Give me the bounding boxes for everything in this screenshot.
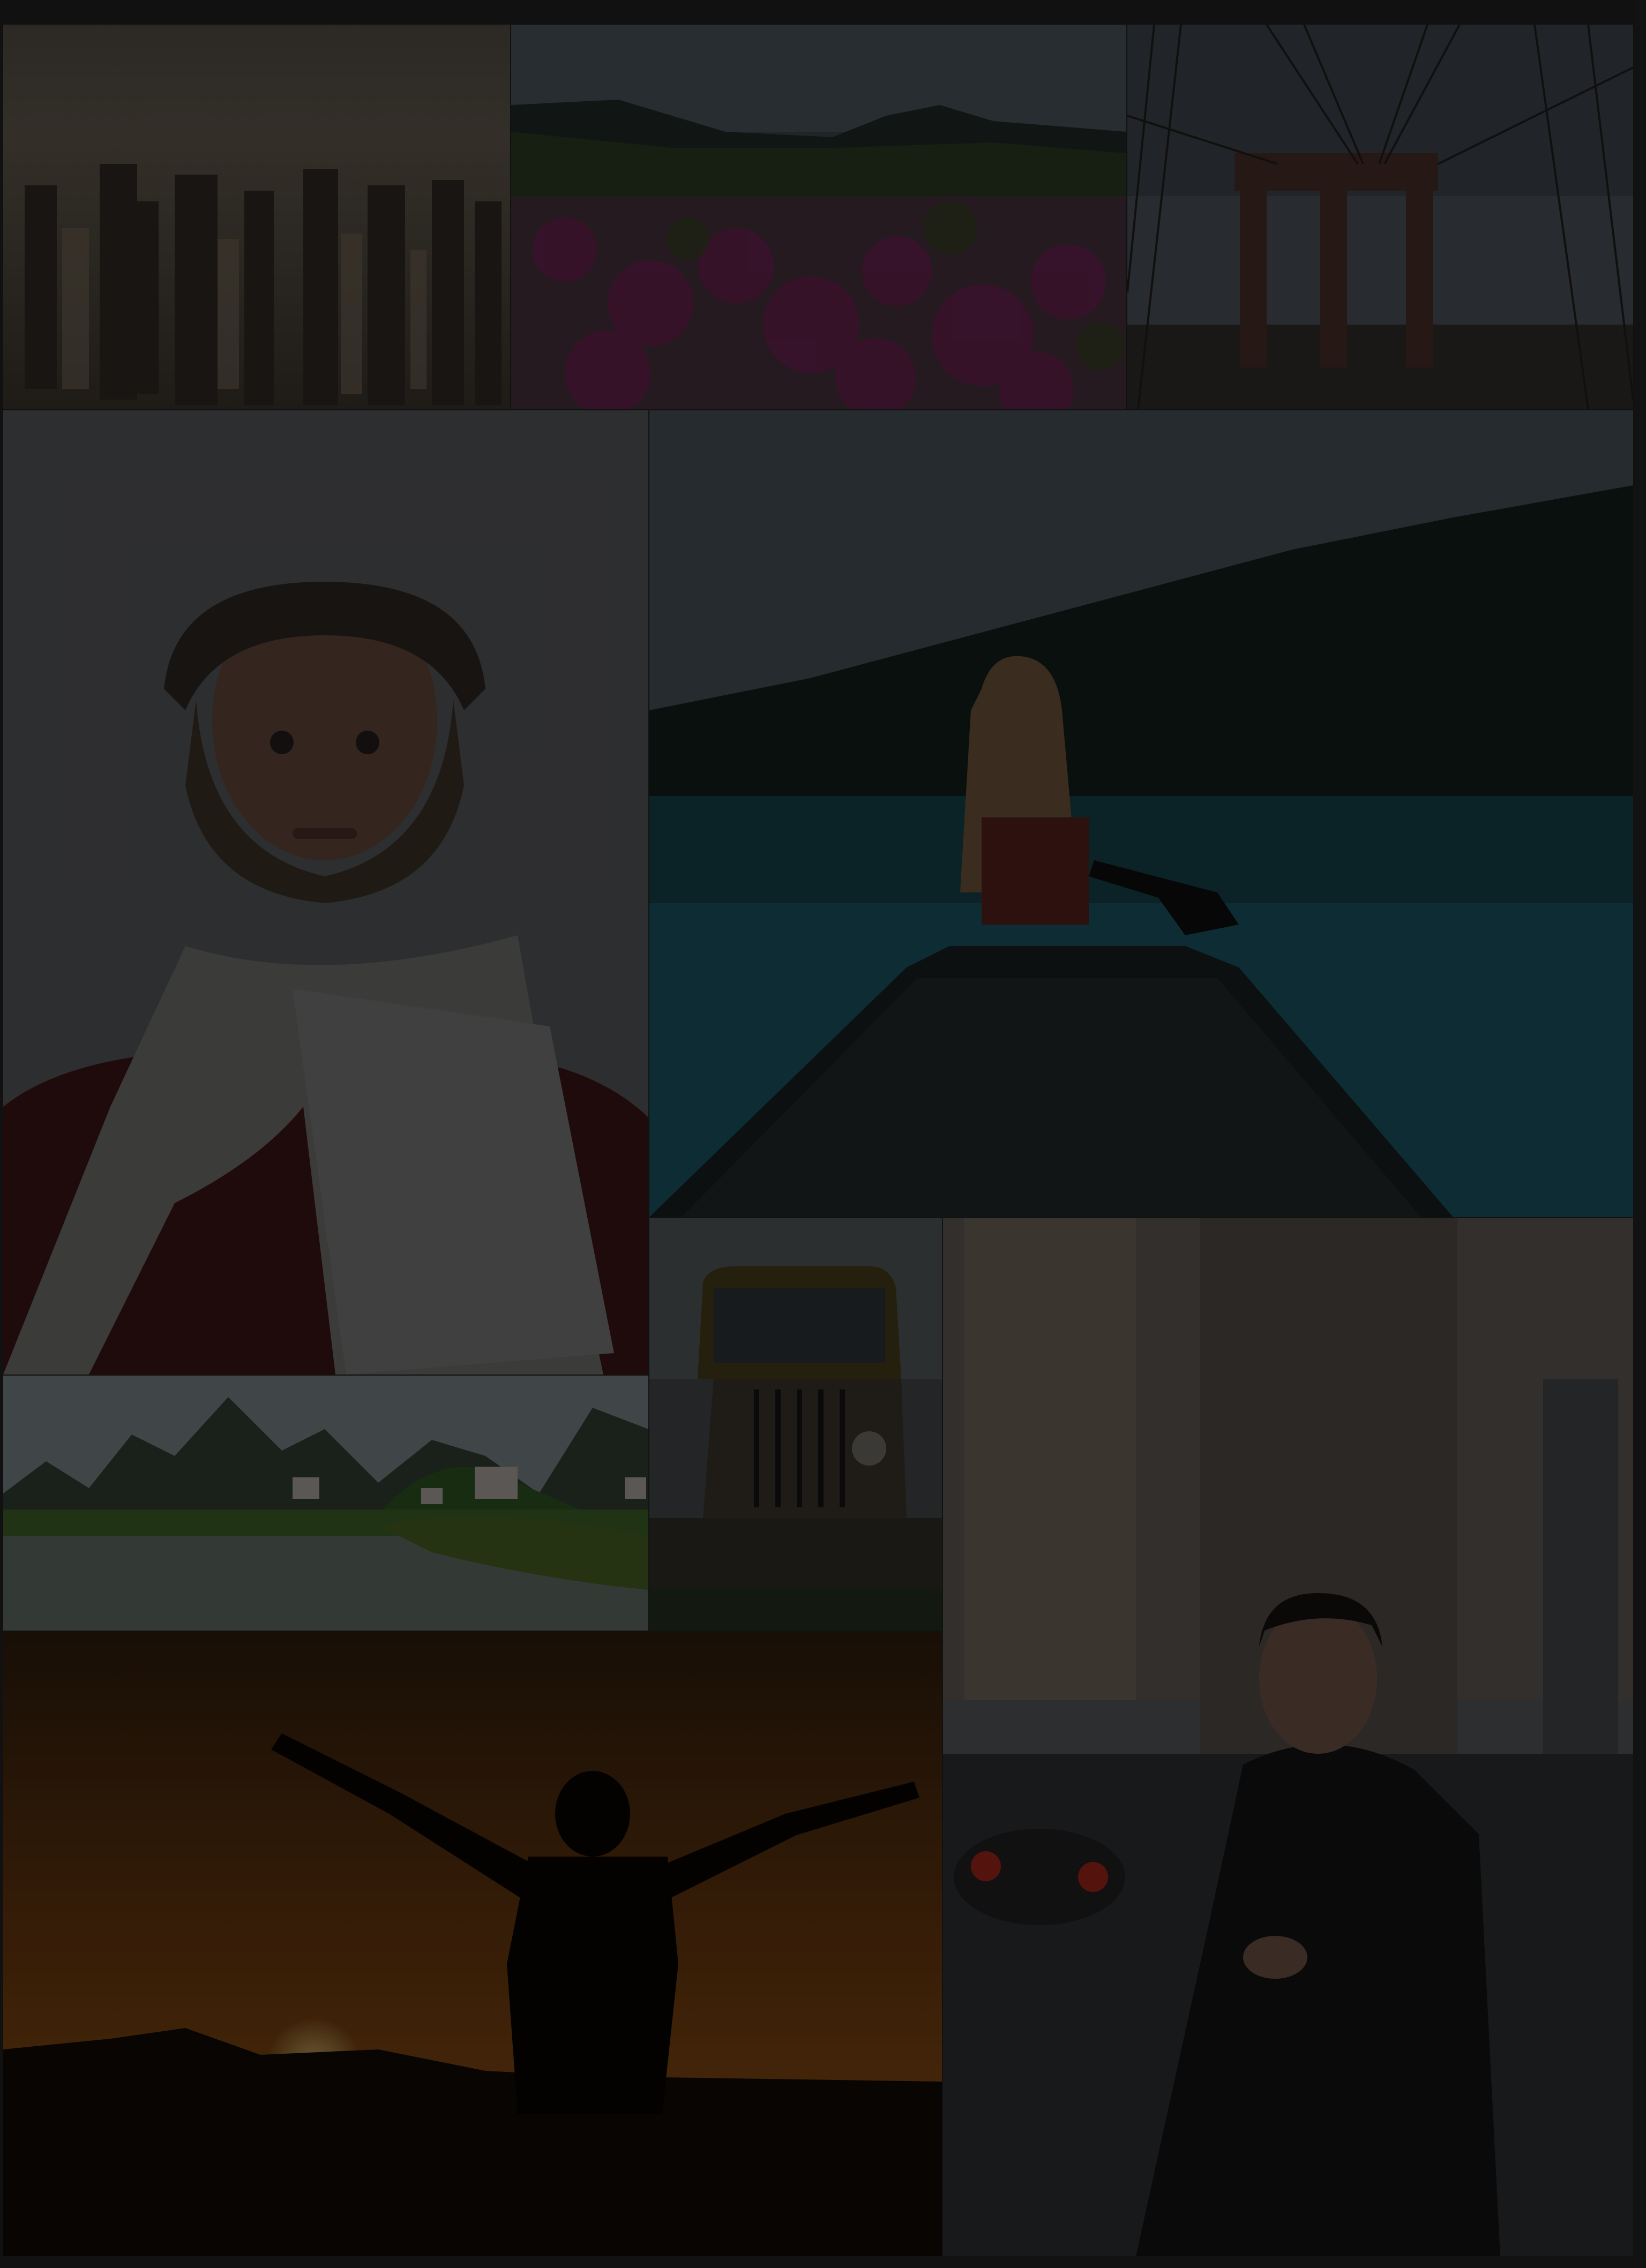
gallery-grid (0, 0, 1646, 2268)
portrait-scarf-image (3, 410, 648, 1375)
flower-field-image (511, 25, 1126, 409)
city-aerial-image (3, 25, 510, 409)
photo-city-aerial[interactable] (3, 25, 510, 409)
photo-river-mountains[interactable] (3, 1376, 648, 1631)
photo-flower-field[interactable] (511, 25, 1126, 409)
photo-portrait-scarf[interactable] (3, 410, 648, 1375)
gallery-right-border (1634, 0, 1646, 2268)
photo-rusty-truck[interactable] (649, 1218, 942, 1631)
photo-sunset-silhouette[interactable] (3, 1632, 942, 2256)
river-mountains-image (3, 1376, 648, 1631)
sunset-silhouette-image (3, 1632, 942, 2256)
photo-canoe-lake[interactable] (649, 410, 1633, 1217)
canoe-lake-image (649, 410, 1633, 1217)
photo-suspension-bridge[interactable] (1127, 25, 1633, 409)
man-street-image (943, 1218, 1633, 2256)
photo-man-street[interactable] (943, 1218, 1633, 2256)
gallery-bottom-border (0, 2256, 1646, 2268)
rusty-truck-image (649, 1218, 942, 1631)
bridge-image (1127, 25, 1633, 409)
